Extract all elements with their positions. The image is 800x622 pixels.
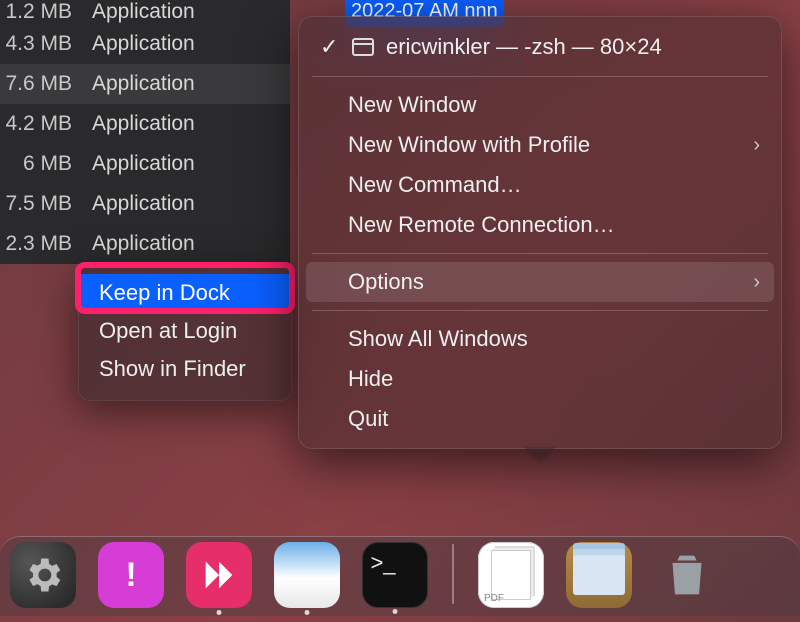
dock-icon-skitch[interactable] — [186, 542, 252, 608]
menu-item-quit[interactable]: Quit — [298, 399, 782, 439]
options-item-show-in-finder[interactable]: Show in Finder — [79, 350, 291, 388]
file-kind: Application — [80, 152, 195, 176]
finder-list: 1.2 MBApplication4.3 MBApplication7.6 MB… — [0, 0, 290, 264]
window-icon — [352, 38, 374, 56]
dock-icon-terminal[interactable]: >_ — [362, 542, 428, 608]
menu-item-show-all-windows[interactable]: Show All Windows — [298, 319, 782, 359]
menu-item-label: Show All Windows — [348, 326, 528, 352]
file-kind: Application — [80, 112, 195, 136]
menu-item-label: Hide — [348, 366, 393, 392]
options-item-open-at-login[interactable]: Open at Login — [79, 312, 291, 350]
file-size: 4.2 MB — [0, 112, 80, 136]
file-kind: Application — [80, 192, 195, 216]
exclamation-icon: ! — [125, 556, 136, 595]
menu-item-label: Options — [348, 269, 424, 295]
prompt-icon: >_ — [370, 550, 395, 576]
menu-item-label: New Window — [348, 92, 476, 118]
finder-row[interactable]: 7.5 MBApplication — [0, 184, 290, 224]
file-size: 7.6 MB — [0, 72, 80, 96]
file-size: 2.3 MB — [0, 232, 80, 256]
menu-item-new-remote-connection-[interactable]: New Remote Connection… — [298, 205, 782, 245]
menu-item-label: New Remote Connection… — [348, 212, 615, 238]
file-size: 7.5 MB — [0, 192, 80, 216]
file-size: 1.2 MB — [0, 0, 80, 24]
options-submenu: Keep in DockOpen at LoginShow in Finder — [78, 265, 292, 401]
finder-row[interactable]: 1.2 MBApplication — [0, 0, 290, 24]
file-kind: Application — [80, 232, 195, 256]
menu-item-label: Quit — [348, 406, 388, 432]
file-size: 6 MB — [0, 152, 80, 176]
dock-icon-system-settings[interactable] — [10, 542, 76, 608]
menu-item-options[interactable]: Options › — [306, 262, 774, 302]
finder-row[interactable]: 6 MBApplication — [0, 144, 290, 184]
dock-icon-all-my-files[interactable] — [566, 542, 632, 608]
running-indicator-icon — [305, 610, 310, 615]
finder-row[interactable]: 7.6 MBApplication — [0, 64, 290, 104]
menu-item-label: New Command… — [348, 172, 522, 198]
dock: ! >_ PDF — [0, 524, 800, 622]
finder-row[interactable]: 4.2 MBApplication — [0, 104, 290, 144]
checkmark-icon: ✓ — [320, 34, 340, 60]
menu-item-new-window-with-profile[interactable]: New Window with Profile › — [298, 125, 782, 165]
file-kind: Application — [80, 32, 195, 56]
dock-icon-trash[interactable] — [654, 542, 720, 608]
context-menu-header[interactable]: ✓ ericwinkler — -zsh — 80×24 — [298, 26, 782, 68]
menu-item-hide[interactable]: Hide — [298, 359, 782, 399]
menu-item-new-command-[interactable]: New Command… — [298, 165, 782, 205]
dock-icon-feedback-assistant[interactable]: ! — [98, 542, 164, 608]
menu-item-new-window[interactable]: New Window — [298, 85, 782, 125]
pdf-label: PDF — [484, 593, 504, 604]
finder-row[interactable]: 4.3 MBApplication — [0, 24, 290, 64]
chevron-right-icon: › — [753, 271, 760, 294]
finder-row[interactable]: 2.3 MBApplication — [0, 224, 290, 264]
menu-separator — [312, 253, 768, 254]
menu-separator — [312, 310, 768, 311]
dock-context-menu: ✓ ericwinkler — -zsh — 80×24 New Window N… — [298, 16, 782, 449]
menu-item-label: New Window with Profile — [348, 132, 590, 158]
dock-separator — [452, 544, 454, 604]
menu-pointer-icon — [524, 447, 556, 461]
context-menu-title: ericwinkler — -zsh — 80×24 — [386, 34, 662, 60]
menu-separator — [312, 76, 768, 77]
running-indicator-icon — [393, 609, 398, 614]
dock-icon-preview[interactable] — [274, 542, 340, 608]
file-kind: Application — [80, 0, 195, 24]
running-indicator-icon — [217, 610, 222, 615]
options-item-keep-in-dock[interactable]: Keep in Dock — [79, 274, 291, 312]
file-kind: Application — [80, 72, 195, 96]
file-size: 4.3 MB — [0, 32, 80, 56]
dock-icon-pdf-document[interactable]: PDF — [478, 542, 544, 608]
chevron-right-icon: › — [753, 134, 760, 157]
